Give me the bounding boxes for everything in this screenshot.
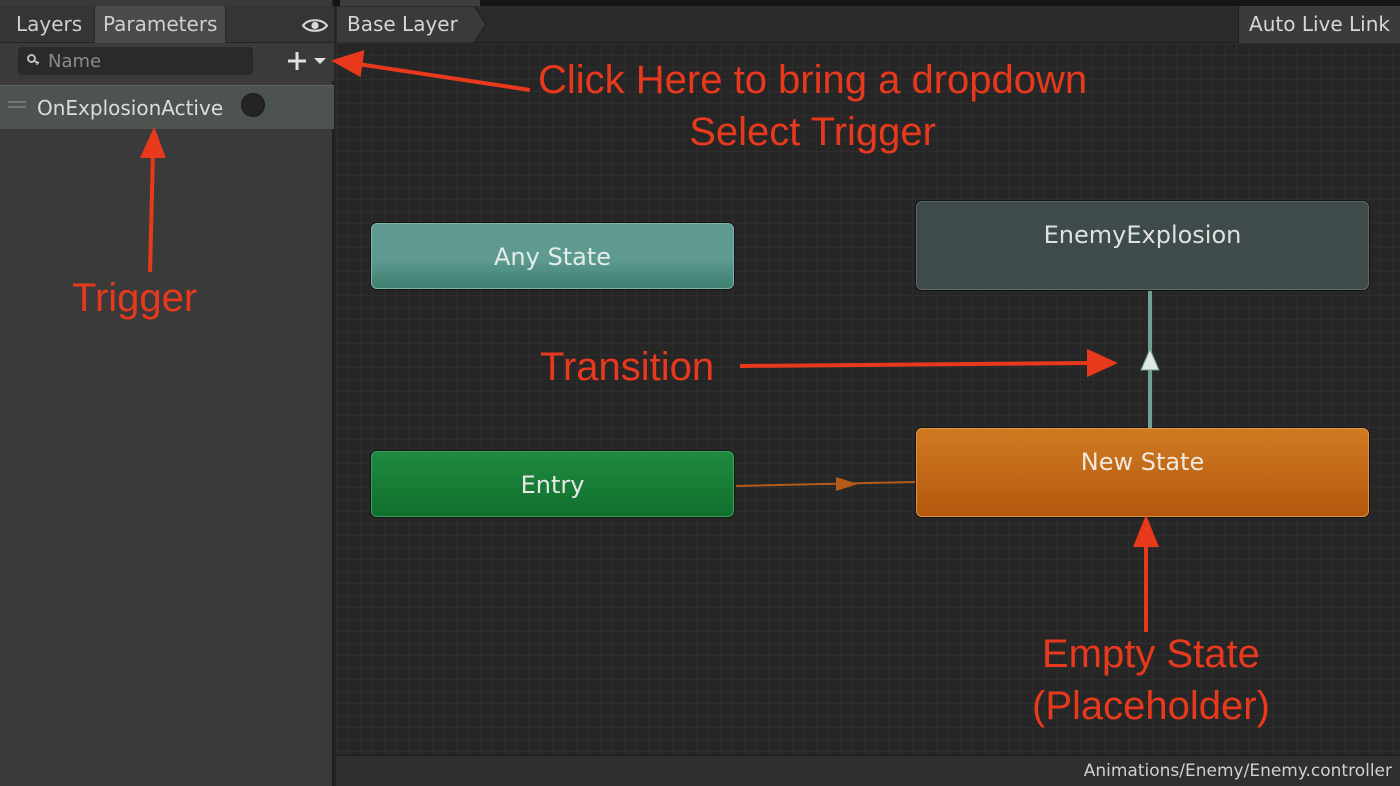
state-label: Any State: [494, 243, 611, 271]
annotation-click-here: Click Here to bring a dropdown Select Tr…: [538, 54, 1087, 158]
tab-layers[interactable]: Layers: [8, 6, 90, 43]
parameters-panel: Layers Parameters OnExplosionActive: [0, 0, 334, 786]
parameter-row[interactable]: OnExplosionActive: [0, 85, 334, 129]
add-parameter-button[interactable]: [282, 47, 330, 75]
annotation-line: (Placeholder): [1032, 684, 1270, 728]
status-bar: Animations/Enemy/Enemy.controller: [336, 755, 1400, 786]
annotation-line: Empty State: [1042, 632, 1260, 676]
state-new-state[interactable]: New State: [916, 428, 1369, 517]
search-box: [18, 47, 253, 75]
search-icon: [27, 54, 40, 65]
controller-path: Animations/Enemy/Enemy.controller: [1083, 761, 1392, 781]
annotation-line: Click Here to bring a dropdown: [538, 58, 1088, 102]
panel-tabs: Layers Parameters: [0, 6, 334, 43]
trigger-toggle[interactable]: [241, 93, 265, 117]
state-any-state[interactable]: Any State: [371, 223, 734, 289]
state-label: New State: [1080, 448, 1205, 476]
drag-handle-icon[interactable]: [8, 100, 26, 110]
chevron-down-icon: [314, 58, 326, 64]
state-entry[interactable]: Entry: [371, 451, 734, 517]
state-enemy-explosion[interactable]: EnemyExplosion: [916, 201, 1369, 290]
parameter-name[interactable]: OnExplosionActive: [37, 86, 223, 130]
annotation-empty-state: Empty State (Placeholder): [1032, 628, 1270, 732]
breadcrumb-base-layer[interactable]: Base Layer: [347, 6, 458, 43]
state-label: Entry: [520, 471, 585, 499]
eye-icon[interactable]: [302, 18, 328, 33]
search-input[interactable]: [48, 47, 248, 75]
annotation-trigger: Trigger: [72, 276, 198, 320]
tab-parameters[interactable]: Parameters: [94, 6, 227, 43]
state-label: EnemyExplosion: [1043, 221, 1242, 249]
auto-live-link-button[interactable]: Auto Live Link: [1238, 6, 1400, 43]
annotation-line: Select Trigger: [689, 110, 936, 154]
annotation-transition: Transition: [540, 345, 715, 389]
parameter-search-row: [0, 43, 334, 81]
graph-header: Base Layer Auto Live Link: [336, 6, 1400, 43]
